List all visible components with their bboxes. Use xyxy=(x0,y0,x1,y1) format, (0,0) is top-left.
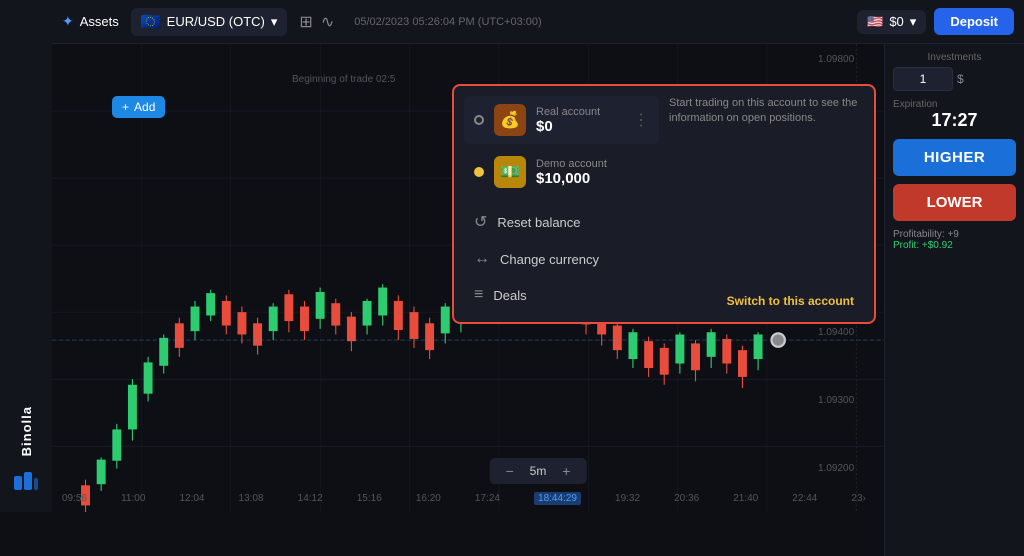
profitability-text: Profitability: +9 xyxy=(893,229,1016,240)
chart-area: + Add Beginning of trade 02:5 xyxy=(52,44,1024,512)
currency-icon: ↔ xyxy=(474,250,490,268)
add-button[interactable]: + Add xyxy=(112,96,165,118)
time-label: 21:40 xyxy=(733,493,758,504)
flag-icon: 🇪🇺 xyxy=(141,12,161,32)
higher-button[interactable]: HIGHER xyxy=(893,139,1016,176)
real-account-amount: $0 xyxy=(536,118,623,135)
real-account-label: Real account xyxy=(536,106,623,118)
invest-input[interactable] xyxy=(893,67,953,91)
expiration-label: Expiration xyxy=(893,99,1016,110)
demo-account-info: Demo account $10,000 xyxy=(536,158,649,187)
change-currency-action[interactable]: ↔ Change currency xyxy=(464,242,659,276)
real-account-avatar: 💰 xyxy=(494,104,526,136)
account-balance-selector[interactable]: 🇺🇸 $0 ▾ xyxy=(857,10,926,34)
time-label: 23› xyxy=(851,493,865,504)
add-section: + Add xyxy=(112,96,165,118)
chevron-down-icon: ▾ xyxy=(910,14,917,30)
topbar-right: 🇺🇸 $0 ▾ Deposit xyxy=(857,8,1014,35)
logo-icon xyxy=(12,468,40,496)
account-more-icon[interactable]: ⋮ xyxy=(633,110,649,130)
deals-icon: ≡ xyxy=(474,286,483,304)
plus-icon: + xyxy=(122,100,129,114)
deals-label: Deals xyxy=(493,288,526,303)
time-label: 09:56 xyxy=(62,493,87,504)
sidebar: Binolla xyxy=(0,0,52,512)
investments-label: Investments xyxy=(893,52,1016,63)
profit-text: Profit: +$0.92 xyxy=(893,240,1016,251)
expiration-section: Expiration 17:27 xyxy=(893,99,1016,131)
currency-symbol: $ xyxy=(957,72,964,86)
account-dropdown: 💰 Real account $0 ⋮ 💵 Demo account xyxy=(452,84,876,324)
assets-icon: ✦ xyxy=(62,13,74,30)
pair-name: EUR/USD (OTC) xyxy=(167,14,265,29)
logo-section: Binolla xyxy=(12,406,40,496)
reset-balance-action[interactable]: ↺ Reset balance xyxy=(464,204,659,240)
demo-account-item[interactable]: 💵 Demo account $10,000 xyxy=(464,148,659,196)
lower-button[interactable]: LOWER xyxy=(893,184,1016,221)
switch-account-button[interactable]: Switch to this account xyxy=(669,290,864,312)
real-account-info: Real account $0 xyxy=(536,106,623,135)
investments-section: Investments $ xyxy=(893,52,1016,91)
price-label: 1.09800 xyxy=(818,54,876,65)
pair-selector[interactable]: 🇪🇺 EUR/USD (OTC) ▾ xyxy=(131,8,288,36)
chart-type-icon[interactable]: ⊞ xyxy=(299,12,312,32)
time-label: 16:20 xyxy=(416,493,441,504)
time-label: 19:32 xyxy=(615,493,640,504)
chart-tools: ⊞ ∿ xyxy=(299,12,334,32)
price-label: 1.09400 xyxy=(818,327,876,338)
chevron-down-icon: ▾ xyxy=(271,14,278,30)
expiration-value: 17:27 xyxy=(893,110,1016,131)
time-label: 17:24 xyxy=(475,493,500,504)
time-label: 14:12 xyxy=(298,493,323,504)
time-label: 12:04 xyxy=(179,493,204,504)
zoom-in-button[interactable]: + xyxy=(556,461,576,481)
timeframe-display: 5m xyxy=(530,464,547,478)
datetime-display: 05/02/2023 05:26:04 PM (UTC+03:00) xyxy=(354,16,541,28)
price-label: 1.09200 xyxy=(818,463,876,474)
account-description: Start trading on this account to see the… xyxy=(669,96,864,127)
assets-section: ✦ Assets xyxy=(62,13,119,30)
demo-account-label: Demo account xyxy=(536,158,649,170)
profitability-section: Profitability: +9 Profit: +$0.92 xyxy=(893,229,1016,251)
time-label: 11:00 xyxy=(121,493,145,504)
add-label: Add xyxy=(134,100,155,114)
zoom-out-button[interactable]: − xyxy=(500,461,520,481)
time-label: 13:08 xyxy=(239,493,264,504)
assets-label: Assets xyxy=(80,14,119,29)
main-content: ✦ Assets 🇪🇺 EUR/USD (OTC) ▾ ⊞ ∿ 05/02/20… xyxy=(52,0,1024,512)
time-label-highlighted: 18:44:29 xyxy=(534,492,581,505)
time-label: 22:44 xyxy=(792,493,817,504)
deposit-button[interactable]: Deposit xyxy=(934,8,1014,35)
currency-label: Change currency xyxy=(500,252,599,267)
flag-us-icon: 🇺🇸 xyxy=(867,14,883,30)
invest-row: $ xyxy=(893,67,1016,91)
time-label: 15:16 xyxy=(357,493,382,504)
demo-account-avatar: 💵 xyxy=(494,156,526,188)
deals-action[interactable]: ≡ Deals xyxy=(464,278,659,312)
topbar: ✦ Assets 🇪🇺 EUR/USD (OTC) ▾ ⊞ ∿ 05/02/20… xyxy=(52,0,1024,44)
right-panel: Investments $ Expiration 17:27 HIGHER LO… xyxy=(884,44,1024,556)
demo-account-amount: $10,000 xyxy=(536,170,649,187)
reset-icon: ↺ xyxy=(474,212,487,232)
time-label: 20:36 xyxy=(674,493,699,504)
dropdown-actions: ↺ Reset balance ↔ Change currency ≡ Deal… xyxy=(464,204,659,312)
indicators-icon[interactable]: ∿ xyxy=(321,12,334,32)
reset-label: Reset balance xyxy=(497,215,580,230)
logo-text: Binolla xyxy=(19,406,34,456)
balance-amount: $0 xyxy=(889,14,903,29)
real-account-item[interactable]: 💰 Real account $0 ⋮ xyxy=(464,96,659,144)
price-label: 1.09300 xyxy=(818,395,876,406)
time-labels: 09:56 11:00 12:04 13:08 14:12 15:16 16:2… xyxy=(52,484,876,512)
